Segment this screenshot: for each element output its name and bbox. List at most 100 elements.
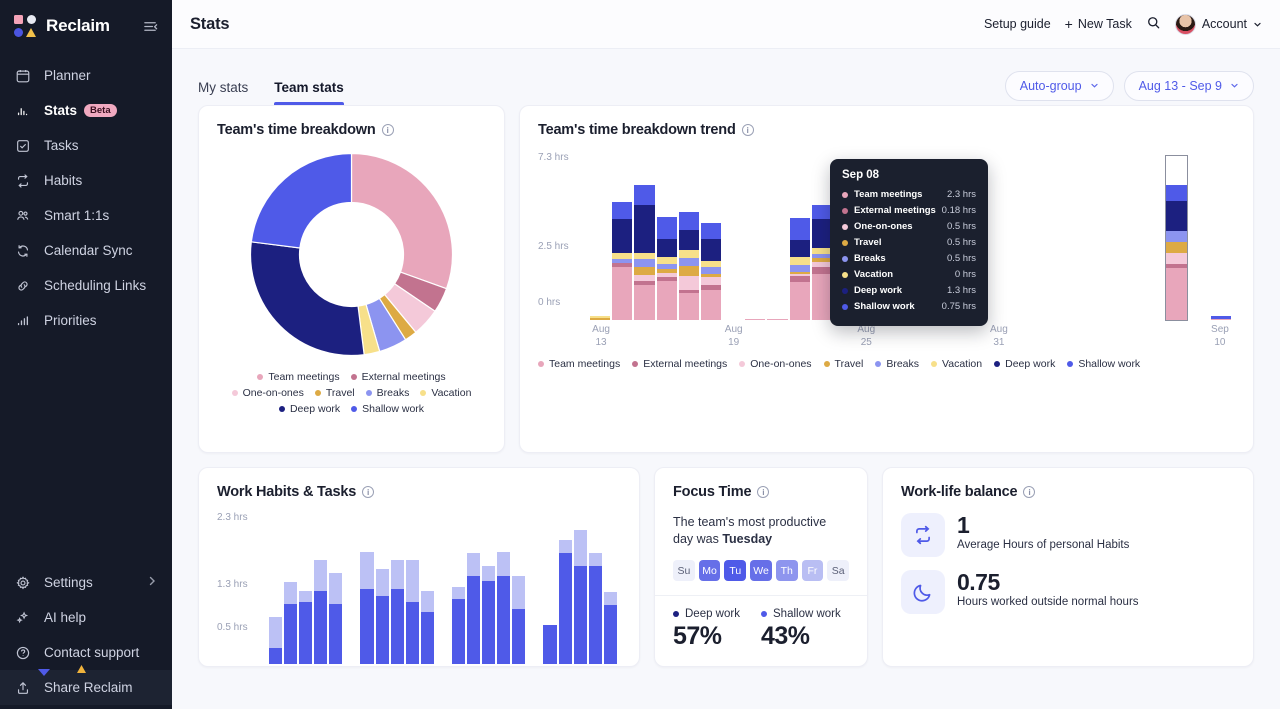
habits-bar[interactable] [284, 514, 297, 664]
trend-bar[interactable] [701, 156, 721, 320]
habits-bar[interactable] [452, 514, 465, 664]
focus-day-chip[interactable]: Th [776, 560, 798, 581]
legend-item[interactable]: Breaks [366, 387, 410, 399]
trend-bar[interactable] [1166, 156, 1186, 320]
focus-day-chip[interactable]: Mo [699, 560, 721, 581]
legend-item[interactable]: External meetings [351, 371, 446, 383]
habits-bar[interactable] [512, 514, 525, 664]
legend-item[interactable]: Vacation [931, 358, 982, 370]
trend-bar[interactable] [767, 156, 787, 320]
account-menu[interactable]: Account [1175, 14, 1262, 35]
trend-bar[interactable] [1078, 156, 1098, 320]
donut-slice[interactable] [251, 242, 365, 356]
info-icon[interactable]: i [757, 486, 769, 498]
habits-bar[interactable] [574, 514, 587, 664]
sidebar-item-planner[interactable]: Planner [0, 58, 172, 93]
focus-day-chip[interactable]: Tu [724, 560, 746, 581]
donut-slice[interactable] [251, 154, 351, 248]
legend-item[interactable]: Breaks [875, 358, 919, 370]
trend-bar[interactable] [989, 156, 1009, 320]
sidebar-item-habits[interactable]: Habits [0, 163, 172, 198]
sidebar-item-ai-help[interactable]: AI help [0, 600, 172, 635]
sidebar-item-share-reclaim[interactable]: Share Reclaim [0, 670, 172, 705]
habits-bar[interactable] [329, 514, 342, 664]
trend-bar[interactable] [1189, 156, 1209, 320]
trend-bar[interactable] [634, 156, 654, 320]
info-icon[interactable]: i [1023, 486, 1035, 498]
legend-dot-icon [351, 374, 357, 380]
trend-bar[interactable] [1100, 156, 1120, 320]
trend-bar[interactable] [1011, 156, 1031, 320]
legend-item[interactable]: Travel [824, 358, 864, 370]
trend-bar[interactable] [1033, 156, 1053, 320]
sidebar-item-priorities[interactable]: Priorities [0, 303, 172, 338]
sidebar-item-smart-1-1s[interactable]: Smart 1:1s [0, 198, 172, 233]
habits-bar[interactable] [467, 514, 480, 664]
legend-item[interactable]: External meetings [632, 358, 727, 370]
legend-dot-icon [315, 390, 321, 396]
legend-item[interactable]: One-on-ones [232, 387, 304, 399]
date-range-dropdown[interactable]: Aug 13 - Sep 9 [1124, 71, 1254, 101]
legend-item[interactable]: Team meetings [257, 371, 339, 383]
trend-bar[interactable] [1056, 156, 1076, 320]
habits-bar[interactable] [299, 514, 312, 664]
focus-day-chip[interactable]: Su [673, 560, 695, 581]
habits-bar[interactable] [589, 514, 602, 664]
tab-team-stats[interactable]: Team stats [274, 80, 344, 105]
legend-item[interactable]: Deep work [279, 403, 340, 415]
habits-bar[interactable] [604, 514, 617, 664]
legend-item[interactable]: One-on-ones [739, 358, 811, 370]
trend-bar[interactable] [723, 156, 743, 320]
trend-bar[interactable] [790, 156, 810, 320]
habits-bar[interactable] [482, 514, 495, 664]
trend-bar[interactable] [745, 156, 765, 320]
info-icon[interactable]: i [382, 124, 394, 136]
habits-bar[interactable] [559, 514, 572, 664]
trend-bar[interactable] [657, 156, 677, 320]
habits-bar[interactable] [391, 514, 404, 664]
habits-bar[interactable] [360, 514, 373, 664]
trend-bar[interactable] [1122, 156, 1142, 320]
trend-bar[interactable] [1144, 156, 1164, 320]
habits-bar[interactable] [406, 514, 419, 664]
trend-bar[interactable] [1211, 156, 1231, 320]
sidebar-item-calendar-sync[interactable]: Calendar Sync [0, 233, 172, 268]
sidebar-item-contact-support[interactable]: Contact support [0, 635, 172, 670]
legend-item[interactable]: Shallow work [1067, 358, 1140, 370]
info-icon[interactable]: i [362, 486, 374, 498]
legend-item[interactable]: Team meetings [538, 358, 620, 370]
info-icon[interactable]: i [742, 124, 754, 136]
focus-day-chip[interactable]: Fr [802, 560, 824, 581]
habits-bars[interactable] [269, 514, 617, 664]
habits-bar[interactable] [497, 514, 510, 664]
auto-group-dropdown[interactable]: Auto-group [1005, 71, 1114, 101]
sidebar-item-settings[interactable]: Settings [0, 565, 172, 600]
legend-item[interactable]: Deep work [994, 358, 1055, 370]
trend-bar[interactable] [590, 156, 610, 320]
trend-bar-segment [634, 285, 654, 320]
sidebar-item-stats[interactable]: Stats Beta [0, 93, 172, 128]
donut-slice[interactable] [352, 154, 453, 289]
legend-item[interactable]: Travel [315, 387, 355, 399]
setup-guide-link[interactable]: Setup guide [984, 17, 1051, 31]
sidebar-item-scheduling-links[interactable]: Scheduling Links [0, 268, 172, 303]
habits-bar[interactable] [543, 514, 556, 664]
collapse-sidebar-icon[interactable] [143, 19, 158, 34]
trend-bar[interactable] [612, 156, 632, 320]
trend-bar[interactable] [679, 156, 699, 320]
x-tick-label: Aug25 [857, 324, 875, 349]
habits-bar[interactable] [269, 514, 282, 664]
habits-bar[interactable] [376, 514, 389, 664]
legend-item[interactable]: Shallow work [351, 403, 424, 415]
habits-bar[interactable] [314, 514, 327, 664]
focus-day-chip[interactable]: Sa [827, 560, 849, 581]
focus-day-chip[interactable]: We [750, 560, 772, 581]
search-icon[interactable] [1146, 15, 1161, 33]
habits-bar[interactable] [421, 514, 434, 664]
tab-my-stats[interactable]: My stats [198, 80, 248, 105]
new-task-button[interactable]: + New Task [1065, 17, 1132, 31]
legend-item[interactable]: Vacation [420, 387, 471, 399]
wlb-text: 1 Average Hours of personal Habits [957, 513, 1129, 552]
trend-bar[interactable] [812, 156, 832, 320]
sidebar-item-tasks[interactable]: Tasks [0, 128, 172, 163]
